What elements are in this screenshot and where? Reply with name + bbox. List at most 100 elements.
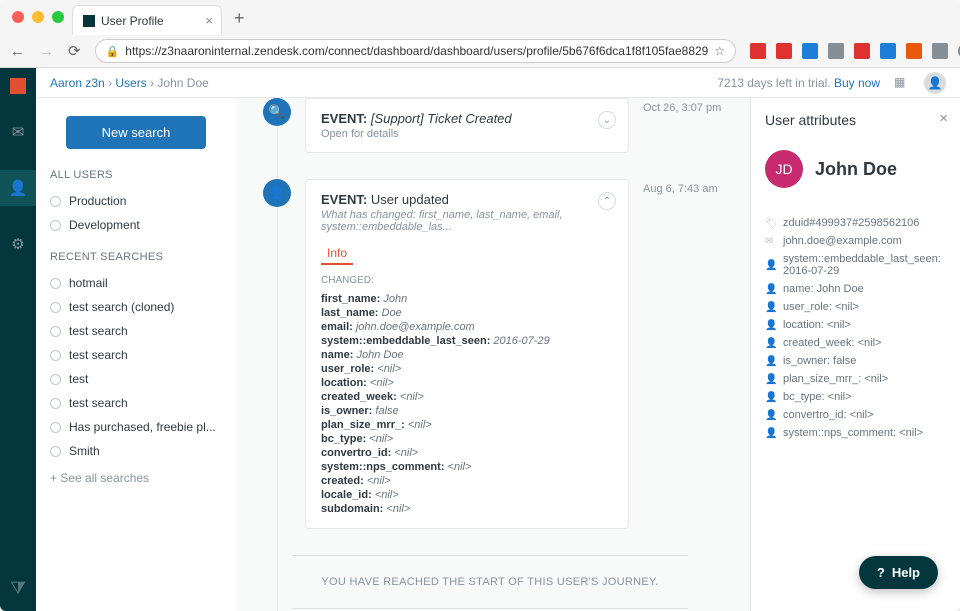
sidebar-item[interactable]: test search (50, 319, 222, 343)
attr-text: name: John Doe (783, 283, 864, 295)
expand-icon[interactable]: ⌄ (598, 111, 616, 129)
sidebar-item[interactable]: hotmail (50, 271, 222, 295)
browser-tab[interactable]: User Profile × (72, 5, 222, 35)
all-users-heading: ALL USERS (50, 169, 222, 181)
close-window-icon[interactable] (12, 11, 24, 23)
url-text: https://z3naaroninternal.zendesk.com/con… (125, 44, 708, 58)
event-subtitle: What has changed: first_name, last_name,… (321, 209, 613, 233)
collapse-icon[interactable]: ⌃ (598, 192, 616, 210)
bullet-icon (50, 196, 61, 207)
event-card[interactable]: ⌃ EVENT: User updated What has changed: … (305, 179, 629, 529)
attr-text: user_role: <nil> (783, 301, 859, 313)
changed-label: CHANGED: (321, 275, 613, 286)
sidebar-item-label: test search (69, 396, 128, 410)
ext-icon[interactable] (776, 43, 792, 59)
attr-icon: 👤 (765, 320, 775, 331)
attr-text: bc_type: <nil> (783, 391, 852, 403)
ext-icon[interactable] (880, 43, 896, 59)
user-attr-row: 👤plan_size_mrr_: <nil> (765, 370, 946, 388)
sidebar-item[interactable]: test search (50, 391, 222, 415)
sidebar-item[interactable]: Has purchased, freebie pl... (50, 415, 222, 439)
close-icon[interactable]: × (939, 110, 948, 127)
url-bar[interactable]: 🔒 https://z3naaroninternal.zendesk.com/c… (95, 39, 737, 63)
sidebar-item[interactable]: Smith (50, 439, 222, 463)
apps-icon[interactable]: ▦ (894, 75, 910, 91)
help-button[interactable]: ? Help (859, 556, 938, 589)
ext-icon[interactable] (828, 43, 844, 59)
event-time: Aug 6, 7:43 am (643, 183, 718, 195)
info-tab[interactable]: Info (321, 243, 353, 265)
bullet-icon (50, 446, 61, 457)
new-search-button[interactable]: New search (66, 116, 206, 149)
attr-text: created_week: <nil> (783, 337, 881, 349)
mail-icon[interactable]: ✉ (0, 114, 36, 150)
breadcrumb: Aaron z3n › Users › John Doe (50, 76, 209, 90)
user-attributes-panel: User attributes × JD John Doe 🏷zduid#499… (750, 98, 960, 611)
attr-row: location: <nil> (321, 376, 613, 390)
all-users-list: Production Development (50, 189, 222, 237)
attr-row: email: john.doe@example.com (321, 320, 613, 334)
divider (292, 608, 688, 609)
attr-row: first_name: John (321, 292, 613, 306)
event-card[interactable]: ⌄ EVENT: [Support] Ticket Created Open f… (305, 98, 629, 153)
bullet-icon (50, 220, 61, 231)
lock-icon: 🔒 (106, 45, 120, 58)
star-icon[interactable]: ☆ (714, 44, 725, 58)
maximize-window-icon[interactable] (52, 11, 64, 23)
logo-icon[interactable] (10, 78, 26, 94)
sidebar-item[interactable]: Development (50, 213, 222, 237)
avatar-icon[interactable]: 👤 (924, 72, 946, 94)
breadcrumb-current: John Doe (157, 76, 208, 90)
nav-bar: ← → ⟳ 🔒 https://z3naaroninternal.zendesk… (0, 35, 960, 67)
sidebar-item[interactable]: test (50, 367, 222, 391)
new-tab-button[interactable]: + (234, 8, 245, 35)
attr-icon: 👤 (765, 410, 775, 421)
attr-row: system::embeddable_last_seen: 2016-07-29 (321, 334, 613, 348)
user-attr-row: 👤system::nps_comment: <nil> (765, 424, 946, 442)
breadcrumb-users[interactable]: Users (115, 76, 146, 90)
recent-searches-list: hotmailtest search (cloned)test searchte… (50, 271, 222, 463)
attr-text: is_owner: false (783, 355, 856, 367)
sidebar-item-label: Production (69, 194, 126, 208)
user-attr-row: 👤name: John Doe (765, 280, 946, 298)
sidebar-item[interactable]: Production (50, 189, 222, 213)
app: ✉ 👤 ⚙ ⧩ Aaron z3n › Users › John Doe 721… (0, 68, 960, 611)
user-attr-row: 🏷zduid#499937#2598562106 (765, 214, 946, 232)
ext-icon[interactable] (854, 43, 870, 59)
breadcrumb-root[interactable]: Aaron z3n (50, 76, 105, 90)
sidebar-item-label: Smith (69, 444, 100, 458)
attr-row: created_week: <nil> (321, 390, 613, 404)
gear-icon[interactable]: ⚙ (0, 226, 36, 262)
attr-icon: 🏷 (765, 218, 775, 229)
attr-row: bc_type: <nil> (321, 432, 613, 446)
user-attributes-list: 🏷zduid#499937#2598562106✉john.doe@exampl… (765, 214, 946, 442)
buy-now-link[interactable]: Buy now (834, 76, 880, 90)
user-attr-row: 👤location: <nil> (765, 316, 946, 334)
reload-icon[interactable]: ⟳ (68, 42, 81, 60)
close-tab-icon[interactable]: × (205, 13, 213, 28)
sidebar-item[interactable]: test search (50, 343, 222, 367)
zendesk-icon[interactable]: ⧩ (10, 578, 26, 599)
sidebar-item-label: Development (69, 218, 140, 232)
ext-icon[interactable] (802, 43, 818, 59)
attr-row: last_name: Doe (321, 306, 613, 320)
see-all-searches[interactable]: + See all searches (50, 471, 222, 485)
recent-heading: RECENT SEARCHES (50, 251, 222, 263)
ext-icon[interactable] (750, 43, 766, 59)
forward-icon[interactable]: → (39, 43, 54, 60)
attr-icon: 👤 (765, 302, 775, 313)
sidebar-item[interactable]: test search (cloned) (50, 295, 222, 319)
ext-icon[interactable] (906, 43, 922, 59)
event-feed: 🔍 ⌄ EVENT: [Support] Ticket Created Open… (236, 98, 750, 611)
panel-heading: User attributes (765, 112, 946, 128)
bullet-icon (50, 350, 61, 361)
attr-icon: ✉ (765, 236, 775, 247)
users-icon[interactable]: 👤 (0, 170, 36, 206)
attr-icon: 👤 (765, 392, 775, 403)
event-icon: 👤 (263, 179, 291, 207)
sidebar-item-label: test search (69, 324, 128, 338)
ext-icon[interactable] (932, 43, 948, 59)
minimize-window-icon[interactable] (32, 11, 44, 23)
back-icon[interactable]: ← (10, 43, 25, 60)
user-attr-row: 👤system::embeddable_last_seen: 2016-07-2… (765, 250, 946, 280)
